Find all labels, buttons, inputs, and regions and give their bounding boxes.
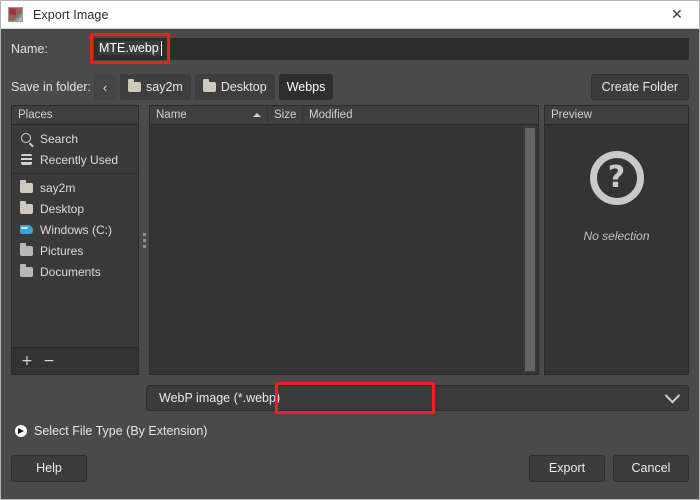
sidebar-item-pictures[interactable]: Pictures <box>12 240 138 261</box>
file-list-body[interactable] <box>150 125 538 374</box>
dialog-footer: Help Export Cancel <box>1 445 699 499</box>
dialog-body: Name: MTE.webp Save in folder: ‹ say2m D… <box>1 29 699 445</box>
folder-icon <box>19 265 33 278</box>
sidebar-item-recently-used[interactable]: Recently Used <box>12 149 138 170</box>
preview-header: Preview <box>545 106 688 125</box>
folder-icon <box>19 202 33 215</box>
titlebar: Export Image ✕ <box>1 1 699 29</box>
name-input-wrap: MTE.webp <box>94 38 689 60</box>
places-divider <box>12 173 138 174</box>
folder-icon <box>19 244 33 257</box>
places-list: Search Recently Used say2m Desktop <box>12 125 138 347</box>
question-mark-icon: ? <box>590 151 644 205</box>
sidebar-item-label: Recently Used <box>40 153 118 167</box>
preview-status: No selection <box>583 229 649 243</box>
save-in-folder-row: Save in folder: ‹ say2m Desktop Webps Cr… <box>11 69 689 105</box>
file-list-scrollbar[interactable] <box>523 126 537 373</box>
column-header-label: Modified <box>309 109 352 121</box>
drive-icon <box>19 223 33 236</box>
remove-place-button[interactable]: − <box>40 352 58 370</box>
sidebar-item-search[interactable]: Search <box>12 128 138 149</box>
breadcrumb-item-label: say2m <box>146 80 183 94</box>
column-header-label: Size <box>274 109 296 121</box>
gimp-wilber-icon <box>8 7 23 22</box>
sort-ascending-icon <box>253 113 261 117</box>
breadcrumb-item-label: Desktop <box>221 80 267 94</box>
create-folder-button[interactable]: Create Folder <box>591 74 689 100</box>
column-header-name[interactable]: Name <box>150 106 268 124</box>
sidebar-item-label: Search <box>40 132 78 146</box>
places-header: Places <box>12 106 138 125</box>
breadcrumb: ‹ say2m Desktop Webps <box>94 74 591 100</box>
name-row: Name: MTE.webp <box>11 29 689 69</box>
breadcrumb-item-say2m[interactable]: say2m <box>120 74 191 100</box>
file-list: Name Size Modified <box>149 105 539 375</box>
expander-label: Select File Type (By Extension) <box>34 424 207 438</box>
filename-input[interactable] <box>94 38 689 60</box>
close-icon[interactable]: ✕ <box>655 1 699 28</box>
sidebar-item-windows-c[interactable]: Windows (C:) <box>12 219 138 240</box>
file-list-scrollbar-thumb[interactable] <box>525 128 535 371</box>
folder-icon <box>203 82 216 92</box>
search-icon <box>19 132 33 145</box>
export-button[interactable]: Export <box>529 455 605 482</box>
chevron-down-icon <box>665 387 681 403</box>
preview-panel: Preview ? No selection <box>544 105 689 375</box>
sidebar-item-label: Desktop <box>40 202 84 216</box>
places-footer: + − <box>12 347 138 374</box>
breadcrumb-item-label: Webps <box>287 80 326 94</box>
save-in-folder-label: Save in folder: <box>11 80 94 94</box>
name-label: Name: <box>11 42 94 56</box>
sidebar-item-say2m[interactable]: say2m <box>12 177 138 198</box>
footer-actions: Export Cancel <box>529 455 689 482</box>
pane-splitter[interactable] <box>139 105 149 375</box>
column-header-modified[interactable]: Modified <box>303 106 538 124</box>
folder-icon <box>128 82 141 92</box>
chevron-right-icon <box>15 425 27 437</box>
cancel-button[interactable]: Cancel <box>613 455 689 482</box>
sidebar-item-label: Documents <box>40 265 101 279</box>
help-button[interactable]: Help <box>11 455 87 482</box>
file-type-row: WebP image (*.webp) <box>11 379 689 417</box>
export-image-dialog: Export Image ✕ Name: MTE.webp Save in fo… <box>0 0 700 500</box>
splitter-handle-icon <box>143 233 146 248</box>
column-header-size[interactable]: Size <box>268 106 303 124</box>
sidebar-item-desktop[interactable]: Desktop <box>12 198 138 219</box>
places-sidebar: Places Search Recently Used say2m <box>11 105 139 375</box>
breadcrumb-back-button[interactable]: ‹ <box>94 74 116 100</box>
sidebar-item-label: Pictures <box>40 244 83 258</box>
file-list-header: Name Size Modified <box>150 106 538 125</box>
sidebar-item-label: say2m <box>40 181 75 195</box>
folder-icon <box>19 181 33 194</box>
breadcrumb-item-webps[interactable]: Webps <box>279 74 334 100</box>
sidebar-item-label: Windows (C:) <box>40 223 112 237</box>
file-type-selected-label: WebP image (*.webp) <box>159 391 280 405</box>
recent-icon <box>19 153 33 166</box>
sidebar-item-documents[interactable]: Documents <box>12 261 138 282</box>
window-title: Export Image <box>33 8 109 22</box>
select-file-type-expander[interactable]: Select File Type (By Extension) <box>11 417 689 445</box>
breadcrumb-item-desktop[interactable]: Desktop <box>195 74 275 100</box>
column-header-label: Name <box>156 109 187 121</box>
preview-body: ? No selection <box>545 125 688 374</box>
text-caret <box>161 41 162 56</box>
panes: Places Search Recently Used say2m <box>11 105 689 379</box>
file-type-select[interactable]: WebP image (*.webp) <box>146 385 689 411</box>
add-place-button[interactable]: + <box>18 352 36 370</box>
